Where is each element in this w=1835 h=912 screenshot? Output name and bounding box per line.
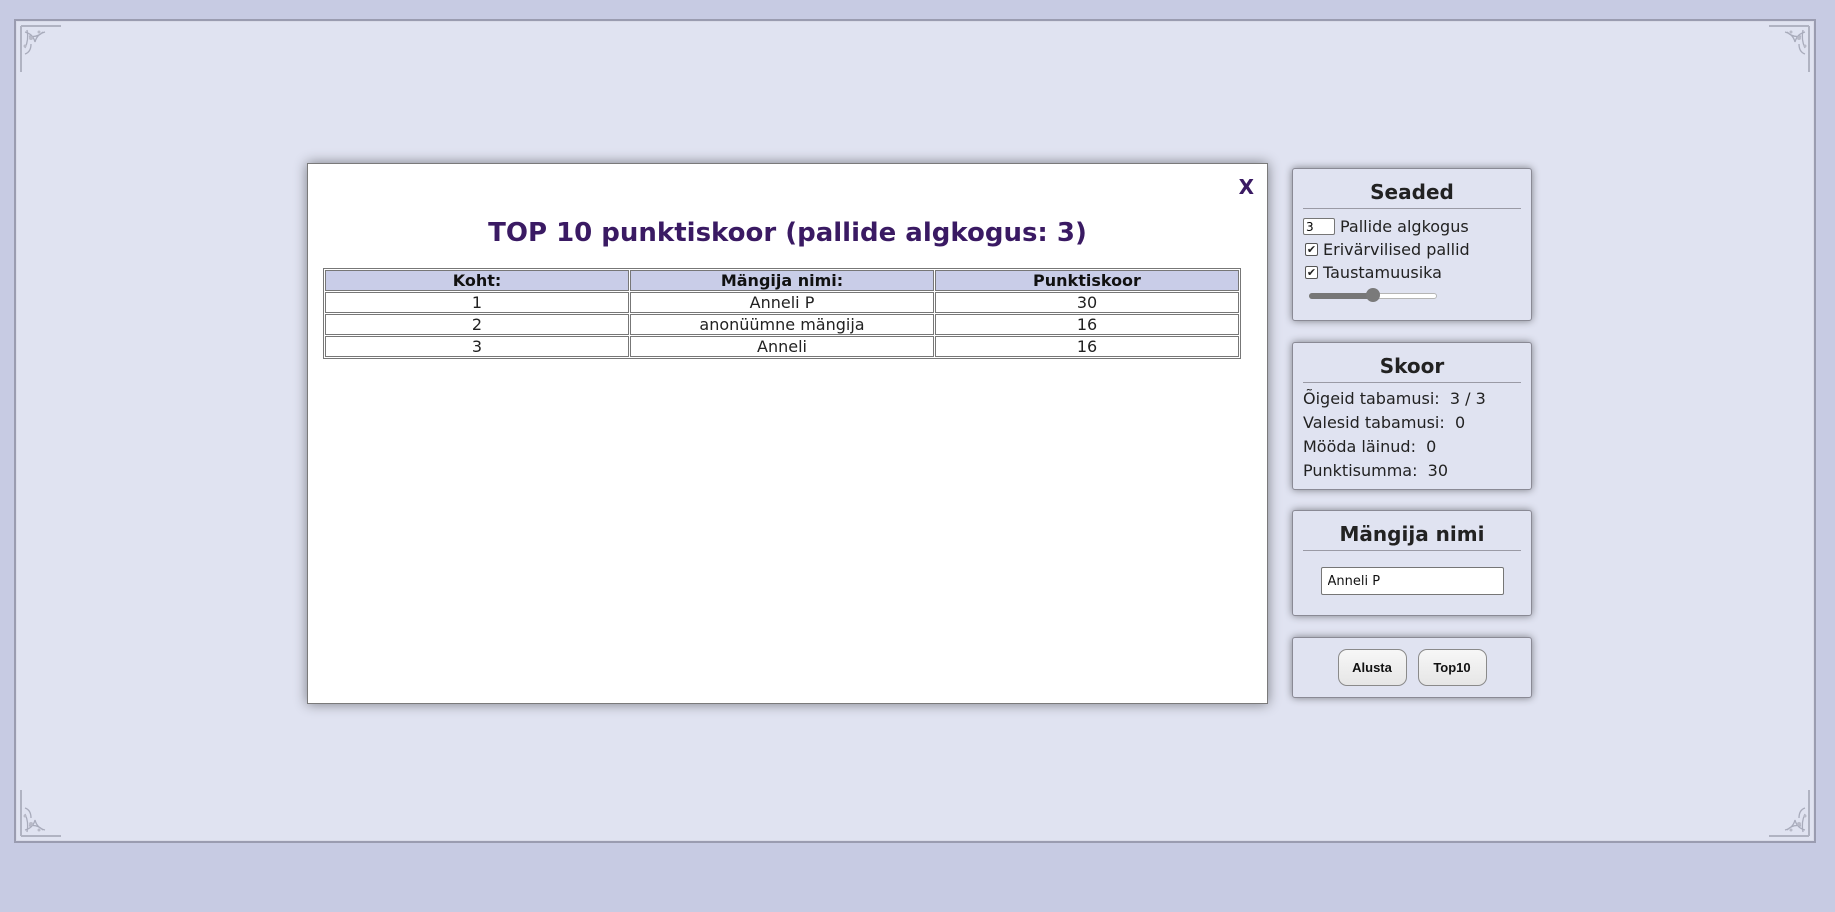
volume-slider-fill (1309, 293, 1373, 299)
player-title: Mängija nimi (1303, 522, 1521, 551)
row-score: 16 (935, 336, 1239, 357)
multicolor-row: ✔ Erivärvilised pallid (1303, 238, 1521, 261)
buttons-panel: Alusta Top10 (1292, 637, 1532, 698)
missed-line: Mööda läinud: 0 (1303, 435, 1521, 459)
start-button[interactable]: Alusta (1337, 649, 1407, 686)
row-name: anonüümne mängija (630, 314, 934, 335)
column-header-name: Mängija nimi: (630, 270, 934, 291)
row-name: Anneli P (630, 292, 934, 313)
multicolor-checkbox[interactable]: ✔ (1305, 243, 1318, 256)
music-row: ✔ Taustamuusika (1303, 261, 1521, 284)
top10-modal: X TOP 10 punktiskoor (pallide algkogus: … (307, 163, 1268, 704)
row-score: 30 (935, 292, 1239, 313)
corner-ornament-icon (19, 788, 63, 838)
row-score: 16 (935, 314, 1239, 335)
ball-count-input[interactable] (1303, 218, 1335, 235)
row-rank: 1 (325, 292, 629, 313)
settings-panel: Seaded Pallide algkogus ✔ Erivärvilised … (1292, 168, 1532, 321)
top10-button[interactable]: Top10 (1417, 649, 1487, 686)
correct-hits-line: Õigeid tabamusi: 3 / 3 (1303, 387, 1521, 411)
volume-slider[interactable] (1309, 288, 1437, 302)
table-row: 3 Anneli 16 (325, 336, 1239, 357)
total-value: 30 (1427, 461, 1449, 480)
missed-value: 0 (1426, 437, 1437, 456)
row-rank: 2 (325, 314, 629, 335)
score-panel: Skoor Õigeid tabamusi: 3 / 3 Valesid tab… (1292, 342, 1532, 490)
score-title: Skoor (1303, 354, 1521, 383)
total-line: Punktisumma: 30 (1303, 459, 1521, 483)
correct-hits-value: 3 / 3 (1449, 389, 1486, 408)
corner-ornament-icon (1767, 24, 1811, 74)
music-checkbox[interactable]: ✔ (1305, 266, 1318, 279)
close-button[interactable]: X (1239, 177, 1254, 197)
ball-count-label: Pallide algkogus (1340, 217, 1469, 236)
player-panel: Mängija nimi (1292, 510, 1532, 616)
row-rank: 3 (325, 336, 629, 357)
correct-hits-label: Õigeid tabamusi: (1303, 389, 1440, 408)
corner-ornament-icon (19, 24, 63, 74)
table-row: 1 Anneli P 30 (325, 292, 1239, 313)
wrong-hits-line: Valesid tabamusi: 0 (1303, 411, 1521, 435)
modal-title: TOP 10 punktiskoor (pallide algkogus: 3) (488, 218, 1087, 248)
total-label: Punktisumma: (1303, 461, 1418, 480)
wrong-hits-value: 0 (1454, 413, 1466, 432)
ball-count-row: Pallide algkogus (1303, 215, 1521, 238)
corner-ornament-icon (1767, 788, 1811, 838)
top10-table: Koht: Mängija nimi: Punktiskoor 1 Anneli… (323, 268, 1241, 359)
settings-title: Seaded (1303, 180, 1521, 209)
music-label: Taustamuusika (1323, 263, 1442, 282)
column-header-rank: Koht: (325, 270, 629, 291)
wrong-hits-label: Valesid tabamusi: (1303, 413, 1445, 432)
table-row: 2 anonüümne mängija 16 (325, 314, 1239, 335)
player-name-input[interactable] (1320, 567, 1504, 595)
column-header-score: Punktiskoor (935, 270, 1239, 291)
multicolor-label: Erivärvilised pallid (1323, 240, 1470, 259)
row-name: Anneli (630, 336, 934, 357)
missed-label: Mööda läinud: (1303, 437, 1416, 456)
volume-slider-thumb[interactable] (1366, 288, 1380, 302)
table-header-row: Koht: Mängija nimi: Punktiskoor (325, 270, 1239, 291)
